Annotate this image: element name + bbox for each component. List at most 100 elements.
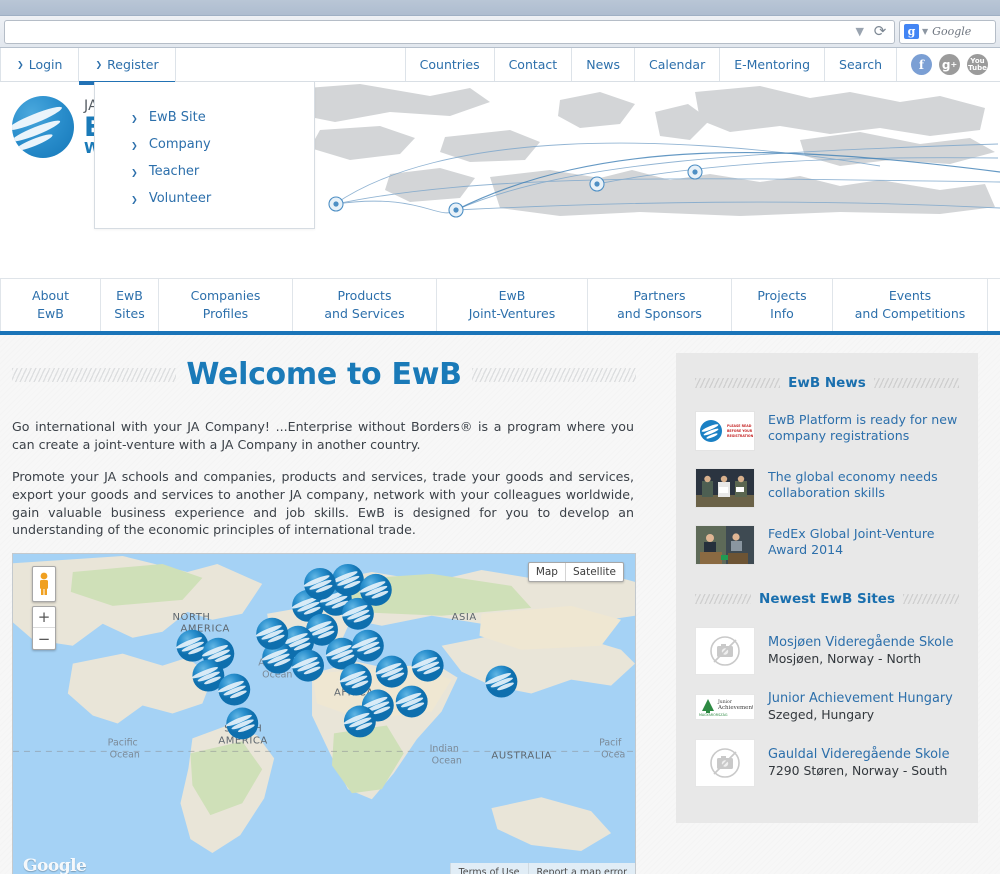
svg-text:Pacific: Pacific [108,738,138,749]
map-zoom-in-button[interactable]: + [33,607,55,629]
nav-label-line2: Profiles [202,306,249,321]
map-type-satellite-button[interactable]: Satellite [564,563,623,582]
hatch-rule-left [12,367,177,382]
nav-item-events-and-competitions[interactable]: Events and Competitions [833,279,988,331]
site-item-text: Junior Achievement Hungary Szeged, Hunga… [768,691,953,723]
news-list-item[interactable]: PLEASE READ BEFORE YOUR REGISTRATION EwB P… [695,411,959,451]
youtube-icon[interactable]: You Tube [967,54,988,75]
ewb-news-header: EwB News [695,375,959,391]
map-report-error-link[interactable]: Report a map error [527,863,635,874]
nav-contact[interactable]: Contact [495,48,573,81]
site-thumbnail [695,627,755,675]
utility-navbar: ❯ Login ❯ Register Countries Contact New… [0,48,1000,85]
pegman-streetview-icon[interactable] [32,566,56,603]
map-zoom-out-button[interactable]: − [33,628,55,649]
svg-text:Ocea: Ocea [601,750,625,761]
svg-text:Ocean: Ocean [110,750,140,761]
news-thumbnail: PLEASE READ BEFORE YOUR REGISTRATION [695,411,755,451]
address-bar[interactable]: ▼ ⟳ [4,19,895,44]
map-footer-links: Terms of Use Report a map error [449,863,635,874]
site-list-item[interactable]: Mosjøen Videregående Skole Mosjøen, Norw… [695,627,959,675]
search-bar[interactable]: g ▼ Google [899,19,996,44]
nav-item-companies-profiles[interactable]: Companies Profiles [159,279,293,331]
news-list-item[interactable]: The global economy needs collaboration s… [695,468,959,508]
browser-toolbar: ▼ ⟳ g ▼ Google [0,16,1000,48]
nav-label-line1: EwB [116,287,143,303]
google-logo: Google [23,856,87,874]
site-item-text: Gauldal Videregående Skole 7290 Støren, … [768,747,950,779]
svg-text:ASIA: ASIA [452,612,477,623]
social-links: f g + You Tube [897,48,1000,81]
nav-label-line1: Products [337,287,392,303]
nav-search[interactable]: Search [825,48,897,81]
nav-ementoring[interactable]: E-Mentoring [720,48,826,81]
svg-text:NORTH: NORTH [172,612,210,623]
site-thumbnail [695,739,755,788]
nav-label-line2: and Sponsors [617,306,702,321]
broken-image-placeholder-icon [710,748,740,779]
chevron-down-icon[interactable]: ▼ [922,27,928,36]
dropdown-item-ewb-site[interactable]: ❯ EwB Site [95,104,314,131]
hatch-rule-right [471,367,636,382]
news-list-item[interactable]: FedEx Global Joint-Venture Award 2014 [695,525,959,565]
chevron-down-icon[interactable]: ▼ [856,26,864,37]
nav-label-line2: Joint-Ventures [468,306,556,321]
nav-label-line1: Projects [757,287,807,303]
page-title-row: Welcome to EwB [12,357,636,392]
svg-text:REGISTRATION: REGISTRATION [727,434,754,438]
news-item-title: FedEx Global Joint-Venture Award 2014 [768,526,935,557]
google-map-embed[interactable]: Atlantic Ocean Indian Ocean Pacific Ocea… [12,553,636,874]
nav-label-line1: Events [888,287,932,303]
nav-label-line1: About [32,287,69,303]
chevron-right-icon: ❯ [17,60,24,69]
site-list-item[interactable]: Gauldal Videregående Skole 7290 Støren, … [695,739,959,788]
nav-item-projects-info[interactable]: Projects Info [732,279,833,331]
page-body: Welcome to EwB Go international with you… [0,335,1000,874]
chevron-right-icon: ❯ [131,195,138,204]
news-thumbnail [695,525,755,565]
reload-icon[interactable]: ⟳ [872,23,888,40]
facebook-icon[interactable]: f [911,54,932,75]
nav-news[interactable]: News [572,48,635,81]
nav-item-ewb-joint-ventures[interactable]: EwB Joint-Ventures [437,279,588,331]
broken-image-placeholder-icon [710,636,740,666]
nav-item-products-and-services[interactable]: Products and Services [293,279,437,331]
nav-calendar[interactable]: Calendar [635,48,721,81]
nav-item-about-ewb[interactable]: About EwB [0,279,101,331]
page-title: Welcome to EwB [186,357,462,392]
map-type-control: Map Satellite [527,562,624,583]
dropdown-item-label: Company [148,137,211,152]
svg-text:Pacif: Pacif [599,738,622,749]
svg-text:Achievement: Achievement [717,705,753,711]
ewb-registration-notice-thumb: PLEASE READBEFORE YOURREGISTRATION [696,412,754,450]
googleplus-icon[interactable]: g + [939,54,960,75]
map-canvas[interactable]: Atlantic Ocean Indian Ocean Pacific Ocea… [13,554,635,874]
dropdown-item-company[interactable]: ❯ Company [95,131,314,158]
map-type-map-button[interactable]: Map [529,563,565,581]
login-link[interactable]: ❯ Login [0,48,80,81]
nav-label-line2: and Services [324,306,405,321]
map-terms-of-use-link[interactable]: Terms of Use [449,863,528,874]
newest-sites-title: Newest EwB Sites [759,591,895,607]
utility-links: Countries Contact News Calendar E-Mentor… [406,48,1000,81]
svg-text:PLEASE READ: PLEASE READ [727,424,752,428]
nav-item-partners-and-sponsors[interactable]: Partners and Sponsors [588,279,732,331]
site-list-item[interactable]: Junior Achievement MAGYARORSZÁG Junior A… [695,691,959,723]
globe-logo-icon [12,96,74,158]
map-zoom-controls: + − [32,606,56,651]
nav-label-line2: Info [770,306,794,321]
search-input-placeholder[interactable]: Google [932,25,971,38]
news-item-title: EwB Platform is ready for new company re… [768,412,958,443]
google-icon: g [904,24,919,39]
pegman-glyph [40,572,48,596]
nav-item-ewb-sites[interactable]: EwB Sites [101,279,159,331]
news-thumbnail [695,468,755,508]
svg-text:AUSTRALIA: AUSTRALIA [491,751,551,762]
register-label: Register [107,57,159,72]
main-navigation: About EwB EwB Sites Companies Profiles P… [0,279,1000,335]
dropdown-item-teacher[interactable]: ❯ Teacher [95,158,314,185]
register-link[interactable]: ❯ Register [79,48,176,85]
dropdown-item-volunteer[interactable]: ❯ Volunteer [95,185,314,212]
nav-countries[interactable]: Countries [406,48,495,81]
sidebar-panel: EwB News PLEASE READ BEFORE YOUR REGISTRAT… [676,353,978,824]
